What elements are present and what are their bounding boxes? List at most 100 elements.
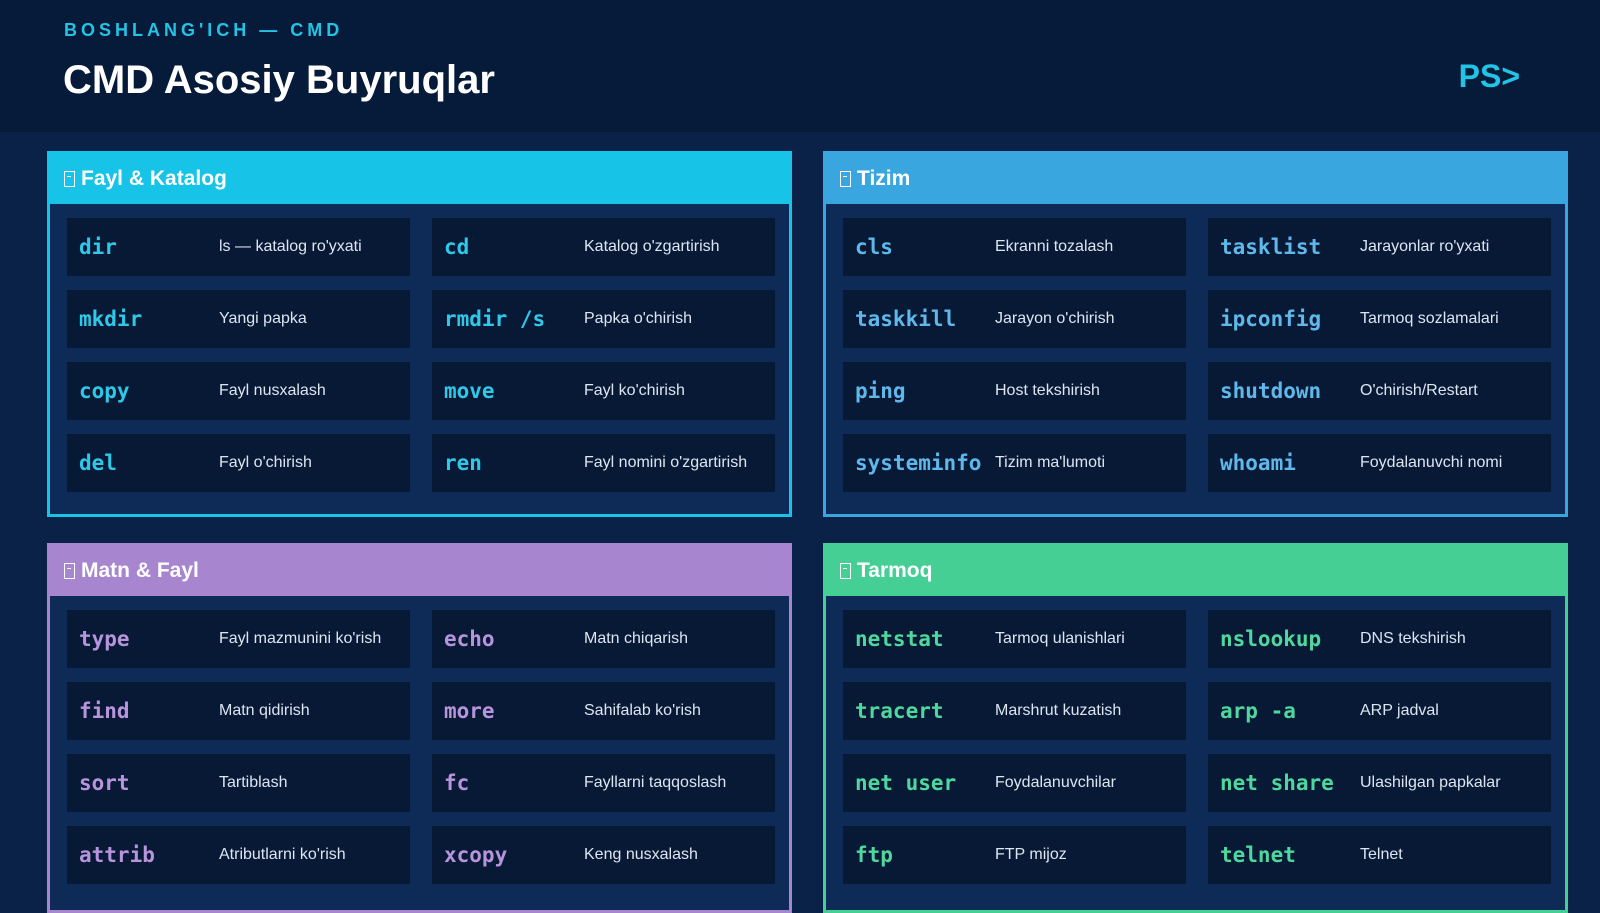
command-description: Atributlarni ko'rish (219, 846, 346, 863)
command-description: Fayllarni taqqoslash (584, 774, 727, 791)
panel-fayl-katalog: Fayl & Katalog dir ls — katalog ro'yxati … (47, 151, 792, 517)
command-description: Telnet (1360, 846, 1403, 863)
command-row: sort Tartiblash (67, 754, 410, 812)
command-row: whoami Foydalanuvchi nomi (1208, 434, 1551, 492)
command-name: echo (444, 627, 495, 651)
command-row: ren Fayl nomini o'zgartirish (432, 434, 775, 492)
section-eyebrow: BOSHLANG'ICH — CMD (64, 20, 344, 40)
command-description: Ulashilgan papkalar (1360, 774, 1501, 791)
command-description: FTP mijoz (995, 846, 1067, 863)
command-name: sort (79, 771, 130, 795)
command-row: telnet Telnet (1208, 826, 1551, 884)
command-description: Foydalanuvchi nomi (1360, 454, 1503, 471)
command-description: Fayl o'chirish (219, 454, 312, 471)
command-description: Tizim ma'lumoti (995, 454, 1106, 471)
command-name: more (444, 699, 495, 723)
command-row: attrib Atributlarni ko'rish (67, 826, 410, 884)
command-name: copy (79, 379, 130, 403)
command-grid: netstat Tarmoq ulanishlari nslookup DNS te… (826, 596, 1565, 884)
command-row: net share Ulashilgan papkalar (1208, 754, 1551, 812)
panel-title: Tarmoq (857, 559, 933, 582)
command-row: copy Fayl nusxalash (67, 362, 410, 420)
command-row: del Fayl o'chirish (67, 434, 410, 492)
command-row: rmdir /s Papka o'chirish (432, 290, 775, 348)
command-description: ARP jadval (1360, 702, 1439, 719)
command-row: ftp FTP mijoz (843, 826, 1186, 884)
command-name: ftp (855, 843, 893, 867)
command-row: arp -a ARP jadval (1208, 682, 1551, 740)
command-row: fc Fayllarni taqqoslash (432, 754, 775, 812)
command-row: systeminfo Tizim ma'lumoti (843, 434, 1186, 492)
command-description: Matn qidirish (219, 702, 310, 719)
command-row: netstat Tarmoq ulanishlari (843, 610, 1186, 668)
command-name: tracert (855, 699, 944, 723)
command-grid: cls Ekranni tozalash tasklist Jarayonlar r… (826, 204, 1565, 492)
command-name: del (79, 451, 117, 475)
command-name: net share (1220, 771, 1334, 795)
command-row: cls Ekranni tozalash (843, 218, 1186, 276)
command-description: Fayl nusxalash (219, 382, 326, 399)
command-description: Yangi papka (219, 310, 307, 327)
folder-icon (64, 171, 75, 187)
page-header: BOSHLANG'ICH — CMD CMD Asosiy Buyruqlar … (0, 0, 1600, 132)
command-name: find (79, 699, 130, 723)
command-name: cls (855, 235, 893, 259)
page-title: CMD Asosiy Buyruqlar (63, 58, 495, 102)
command-name: ipconfig (1220, 307, 1322, 331)
command-name: systeminfo (855, 451, 982, 475)
document-icon (64, 563, 75, 579)
command-name: netstat (855, 627, 944, 651)
command-row: ping Host tekshirish (843, 362, 1186, 420)
command-name: dir (79, 235, 117, 259)
command-description: Fayl nomini o'zgartirish (584, 454, 748, 471)
powershell-logo: PS> (1458, 58, 1520, 94)
command-name: ping (855, 379, 906, 403)
command-description: Katalog o'zgartirish (584, 238, 720, 255)
command-name: tasklist (1220, 235, 1322, 259)
command-grid: type Fayl mazmunini ko'rish echo Matn chiq… (50, 596, 789, 884)
command-row: shutdown O'chirish/Restart (1208, 362, 1551, 420)
command-description: Foydalanuvchilar (995, 774, 1116, 791)
command-description: Tarmoq ulanishlari (995, 630, 1125, 647)
command-name: move (444, 379, 495, 403)
command-name: rmdir /s (444, 307, 546, 331)
globe-icon (840, 563, 851, 579)
command-name: ren (444, 451, 482, 475)
command-description: DNS tekshirish (1360, 630, 1466, 647)
command-description: Papka o'chirish (584, 310, 692, 327)
command-name: attrib (79, 843, 155, 867)
command-description: Keng nusxalash (584, 846, 698, 863)
command-description: Matn chiqarish (584, 630, 689, 647)
command-description: Ekranni tozalash (995, 238, 1114, 255)
computer-icon (840, 171, 851, 187)
command-name: net user (855, 771, 957, 795)
command-description: Jarayon o'chirish (995, 310, 1115, 327)
command-row: tasklist Jarayonlar ro'yxati (1208, 218, 1551, 276)
command-row: ipconfig Tarmoq sozlamalari (1208, 290, 1551, 348)
command-name: shutdown (1220, 379, 1322, 403)
panel-header: Fayl & Katalog (50, 154, 789, 204)
panel-header: Tizim (826, 154, 1565, 204)
command-row: tracert Marshrut kuzatish (843, 682, 1186, 740)
command-description: Jarayonlar ro'yxati (1360, 238, 1490, 255)
command-grid: dir ls — katalog ro'yxati cd Katalog o'zga… (50, 204, 789, 492)
command-name: type (79, 627, 130, 651)
command-description: Marshrut kuzatish (995, 702, 1122, 719)
command-row: find Matn qidirish (67, 682, 410, 740)
panel-tarmoq: Tarmoq netstat Tarmoq ulanishlari nslooku… (823, 543, 1568, 913)
command-name: xcopy (444, 843, 508, 867)
panel-title: Matn & Fayl (81, 559, 199, 582)
command-description: ls — katalog ro'yxati (219, 238, 362, 255)
command-description: Fayl ko'chirish (584, 382, 685, 399)
command-row: type Fayl mazmunini ko'rish (67, 610, 410, 668)
command-description: Tarmoq sozlamalari (1360, 310, 1499, 327)
command-description: Host tekshirish (995, 382, 1100, 399)
panel-tizim: Tizim cls Ekranni tozalash tasklist Jarayo… (823, 151, 1568, 517)
command-name: fc (444, 771, 470, 795)
command-row: nslookup DNS tekshirish (1208, 610, 1551, 668)
command-description: Fayl mazmunini ko'rish (219, 630, 382, 647)
command-description: Tartiblash (219, 774, 288, 791)
command-row: more Sahifalab ko'rish (432, 682, 775, 740)
command-row: dir ls — katalog ro'yxati (67, 218, 410, 276)
command-name: mkdir (79, 307, 143, 331)
